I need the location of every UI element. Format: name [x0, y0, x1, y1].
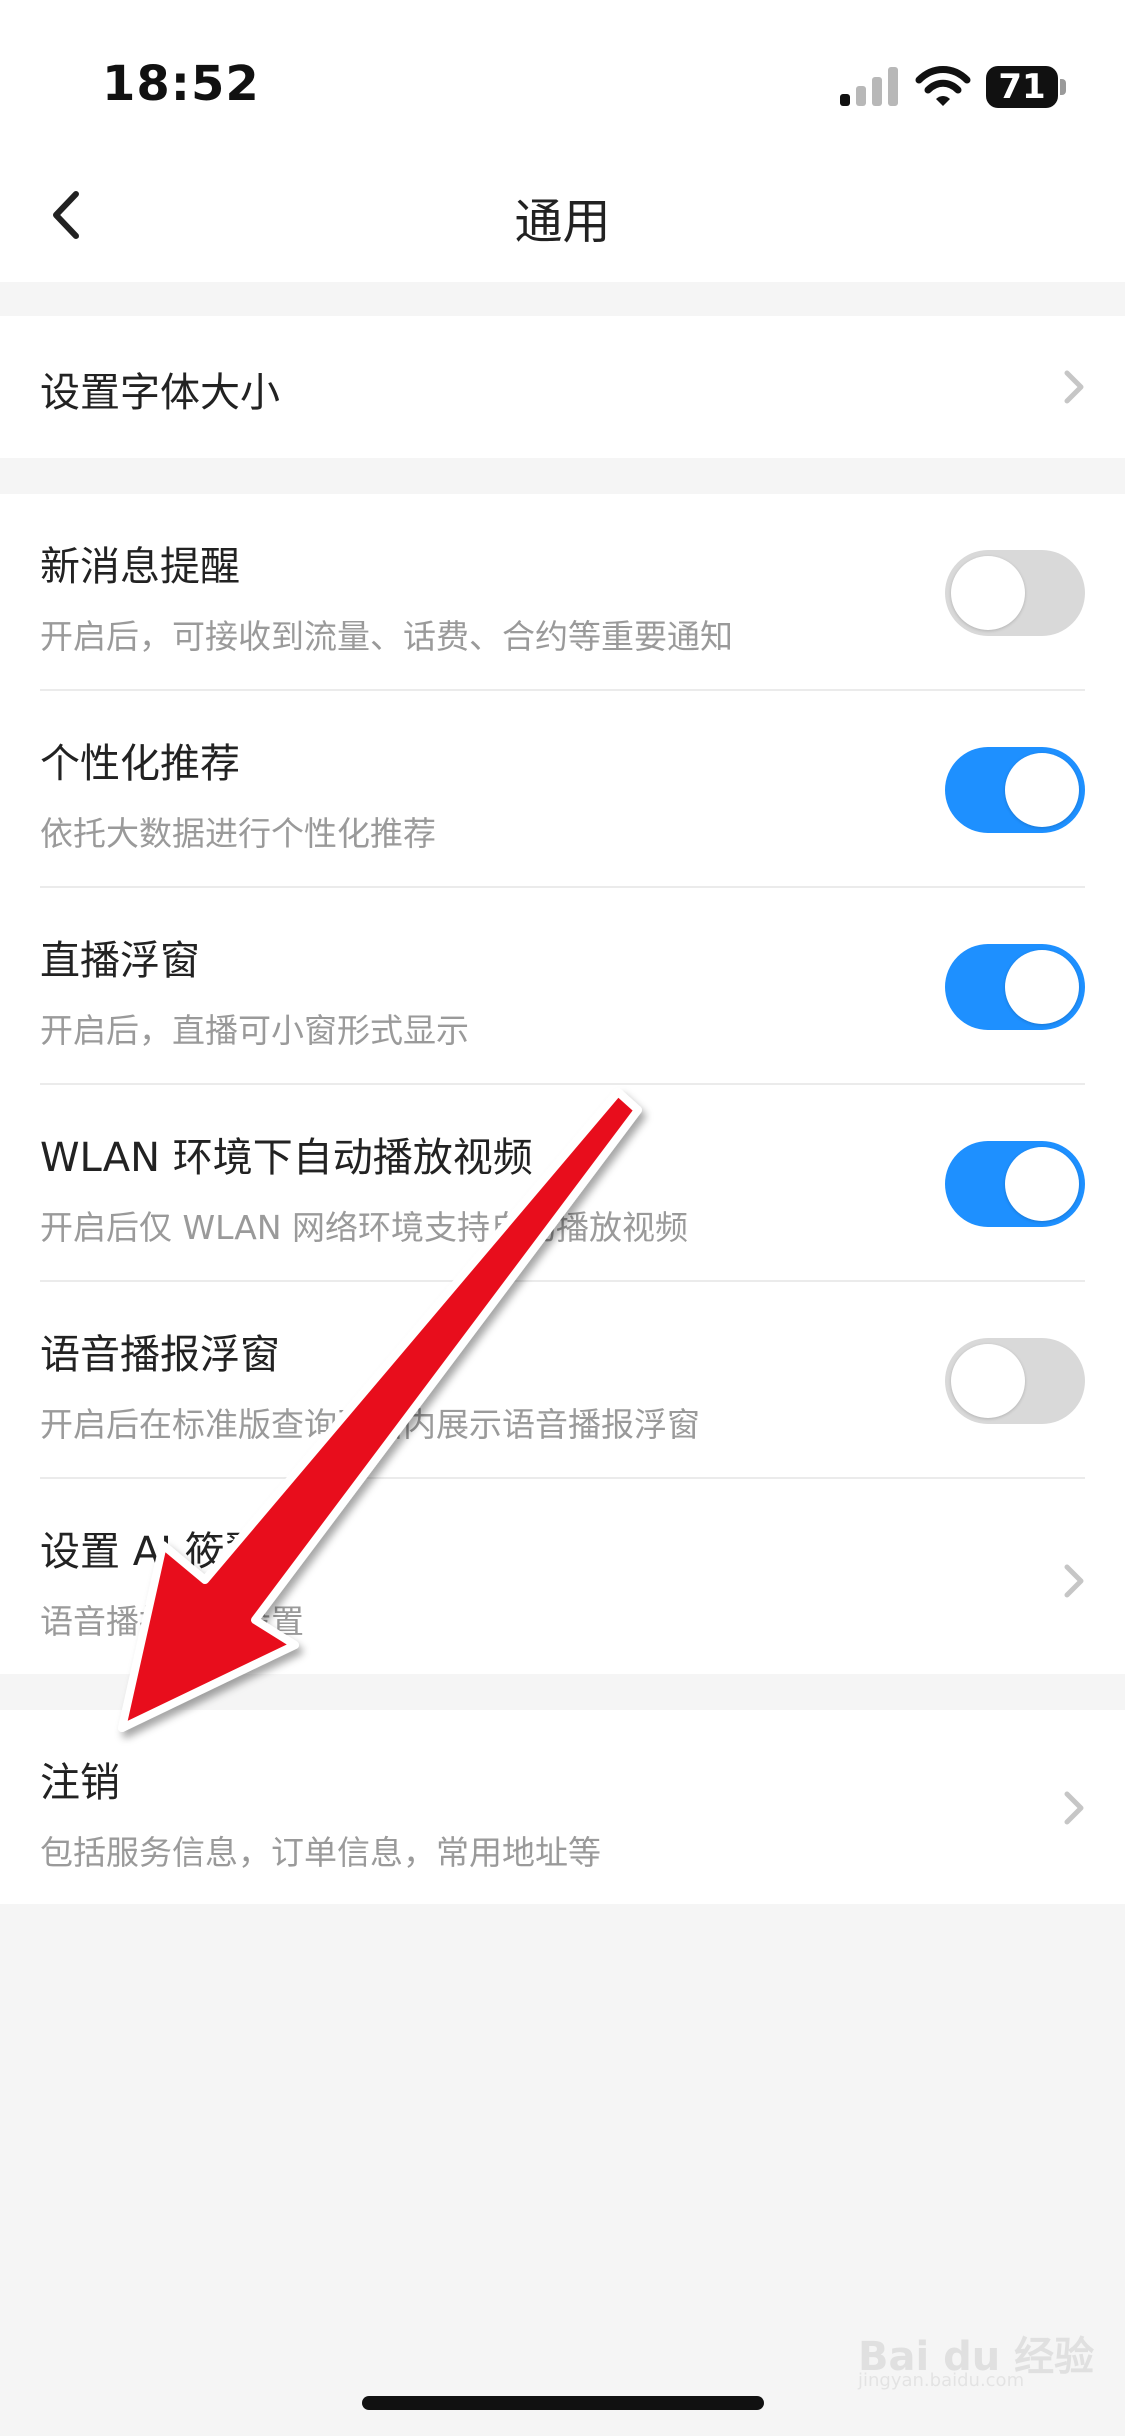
chevron-right-icon	[1064, 1791, 1084, 1825]
ai-assistant-subtitle: 语音播报相关设置	[40, 1602, 304, 1641]
list-item-ai-assistant[interactable]: 设置 AI 筱翼 语音播报相关设置	[0, 1479, 1125, 1674]
new-message-subtitle: 开启后，可接收到流量、话费、合约等重要通知	[40, 617, 733, 656]
top-bar: 18:52 71 通用	[0, 0, 1125, 282]
wlan-autoplay-title: WLAN 环境下自动播放视频	[40, 1135, 533, 1181]
home-indicator[interactable]	[362, 2396, 764, 2410]
personalized-toggle[interactable]	[945, 747, 1085, 833]
wlan-autoplay-toggle[interactable]	[945, 1141, 1085, 1227]
voice-float-subtitle: 开启后在标准版查询页面内展示语音播报浮窗	[40, 1405, 700, 1444]
wifi-icon	[915, 66, 971, 106]
watermark-sub: jingyan.baidu.com	[858, 2370, 1025, 2391]
new-message-title: 新消息提醒	[40, 544, 240, 590]
font-size-section: 设置字体大小	[0, 316, 1125, 458]
page-title: 通用	[514, 194, 611, 250]
voice-float-toggle[interactable]	[945, 1338, 1085, 1424]
watermark: Bai du 经验 jingyan.baidu.com	[858, 2310, 1098, 2391]
voice-float-title: 语音播报浮窗	[40, 1332, 280, 1378]
battery-icon: 71	[986, 66, 1066, 108]
settings-page: 18:52 71 通用 设置字体大小 新消息提醒 开启后，可接收到流量、话费、合…	[0, 0, 1125, 2436]
cancel-account-section: 注销 包括服务信息，订单信息，常用地址等	[0, 1710, 1125, 1904]
chevron-right-icon	[1064, 1564, 1084, 1598]
list-item-new-message[interactable]: 新消息提醒 开启后，可接收到流量、话费、合约等重要通知	[0, 494, 1125, 691]
toggle-knob	[951, 556, 1025, 630]
toggle-knob	[1005, 753, 1079, 827]
font-size-label: 设置字体大小	[40, 370, 280, 416]
cancel-account-row[interactable]: 注销 包括服务信息，订单信息，常用地址等	[0, 1710, 1125, 1904]
list-item-wlan-autoplay[interactable]: WLAN 环境下自动播放视频 开启后仅 WLAN 网络环境支持自动播放视频	[0, 1085, 1125, 1282]
personalized-subtitle: 依托大数据进行个性化推荐	[40, 814, 436, 853]
list-item-voice-float[interactable]: 语音播报浮窗 开启后在标准版查询页面内展示语音播报浮窗	[0, 1282, 1125, 1479]
toggle-knob	[951, 1344, 1025, 1418]
battery-tip	[1060, 79, 1066, 95]
cancel-account-subtitle: 包括服务信息，订单信息，常用地址等	[40, 1833, 601, 1872]
list-item-personalized[interactable]: 个性化推荐 依托大数据进行个性化推荐	[0, 691, 1125, 888]
ai-assistant-title: 设置 AI 筱翼	[40, 1529, 265, 1575]
settings-list: 新消息提醒 开启后，可接收到流量、话费、合约等重要通知 个性化推荐 依托大数据进…	[0, 494, 1125, 1674]
new-message-toggle[interactable]	[945, 550, 1085, 636]
font-size-row[interactable]: 设置字体大小	[0, 316, 1125, 458]
wlan-autoplay-subtitle: 开启后仅 WLAN 网络环境支持自动播放视频	[40, 1208, 689, 1247]
cellular-signal-icon	[840, 67, 898, 106]
toggle-knob	[1005, 1147, 1079, 1221]
live-float-toggle[interactable]	[945, 944, 1085, 1030]
battery-level: 71	[998, 67, 1046, 107]
status-time: 18:52	[102, 56, 260, 112]
cancel-account-title: 注销	[40, 1760, 120, 1806]
personalized-title: 个性化推荐	[40, 741, 240, 787]
live-float-title: 直播浮窗	[40, 938, 200, 984]
chevron-right-icon	[1064, 370, 1084, 404]
live-float-subtitle: 开启后，直播可小窗形式显示	[40, 1011, 469, 1050]
toggle-knob	[1005, 950, 1079, 1024]
list-item-live-float[interactable]: 直播浮窗 开启后，直播可小窗形式显示	[0, 888, 1125, 1085]
